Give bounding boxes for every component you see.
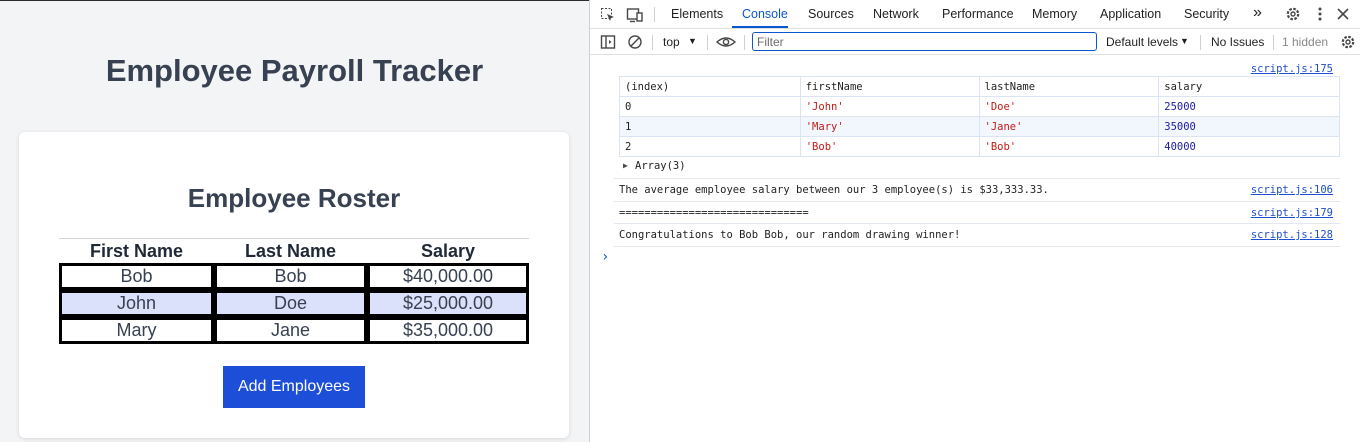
table-row: Bob Bob $40,000.00 bbox=[59, 263, 529, 290]
tab-sources[interactable]: Sources bbox=[808, 7, 854, 21]
first-name-cell: John bbox=[59, 290, 214, 317]
context-selector[interactable]: top bbox=[663, 35, 680, 49]
column-header-first-name: First Name bbox=[59, 238, 214, 263]
filter-input[interactable] bbox=[752, 32, 1097, 51]
last-name-cell: Bob bbox=[214, 263, 367, 290]
source-link[interactable]: script.js:175 bbox=[1251, 63, 1333, 75]
first-name-cell: 'Mary' bbox=[799, 116, 980, 137]
console-table-header: salary bbox=[1158, 76, 1340, 97]
index-cell: 1 bbox=[619, 116, 801, 137]
console-message: ============================== bbox=[619, 207, 809, 219]
console-table-header: lastName bbox=[978, 76, 1160, 97]
add-employees-button[interactable]: Add Employees bbox=[223, 366, 365, 408]
expand-triangle-icon[interactable]: ▶ bbox=[623, 161, 628, 170]
last-name-cell: Doe bbox=[214, 290, 367, 317]
table-row: Mary Jane $35,000.00 bbox=[59, 317, 529, 344]
console-message: Congratulations to Bob Bob, our random d… bbox=[619, 229, 961, 241]
inspect-element-icon[interactable] bbox=[600, 7, 616, 25]
more-options-icon[interactable] bbox=[1312, 6, 1328, 24]
close-icon[interactable] bbox=[1336, 7, 1350, 23]
web-page: Employee Payroll Tracker Employee Roster… bbox=[0, 0, 589, 442]
log-divider bbox=[614, 178, 1340, 179]
roster-title: Employee Roster bbox=[187, 183, 401, 213]
settings-gear-icon[interactable] bbox=[1285, 6, 1301, 24]
context-dropdown-icon[interactable]: ▼ bbox=[688, 36, 697, 46]
last-name-cell: Jane bbox=[214, 317, 367, 344]
tab-performance[interactable]: Performance bbox=[942, 7, 1014, 21]
source-link[interactable]: script.js:179 bbox=[1251, 207, 1333, 219]
console-table-header: (index) bbox=[619, 76, 801, 97]
toolbar-separator bbox=[652, 35, 653, 50]
log-levels-dropdown[interactable]: Default levels bbox=[1106, 35, 1178, 49]
devtools-panel: Elements Console Sources Network Perform… bbox=[589, 0, 1360, 442]
console-table-header: firstName bbox=[799, 76, 980, 97]
tab-network[interactable]: Network bbox=[873, 7, 919, 21]
live-expression-eye-icon[interactable] bbox=[715, 35, 737, 51]
first-name-cell: 'John' bbox=[799, 96, 980, 117]
console-toolbar: top ▼ Default levels ▼ No Issues 1 hidde… bbox=[590, 29, 1360, 55]
page-title: Employee Payroll Tracker bbox=[105, 53, 484, 88]
first-name-cell: Mary bbox=[59, 317, 214, 344]
roster-card: Employee Roster First Name Last Name Sal… bbox=[19, 132, 569, 438]
log-divider bbox=[614, 201, 1340, 202]
source-link[interactable]: script.js:106 bbox=[1251, 184, 1333, 196]
sidebar-toggle-icon[interactable] bbox=[600, 34, 616, 52]
employee-table: First Name Last Name Salary Bob Bob $40,… bbox=[59, 238, 529, 344]
devtools-tab-bar: Elements Console Sources Network Perform… bbox=[590, 0, 1360, 29]
salary-cell: $25,000.00 bbox=[367, 290, 529, 317]
column-header-salary: Salary bbox=[367, 238, 529, 263]
tab-security[interactable]: Security bbox=[1184, 7, 1229, 21]
last-name-cell: 'Bob' bbox=[978, 136, 1160, 157]
salary-cell: 25000 bbox=[1158, 96, 1340, 117]
log-divider bbox=[614, 223, 1340, 224]
toolbar-separator bbox=[744, 35, 745, 50]
issues-button[interactable]: No Issues bbox=[1211, 35, 1264, 49]
log-divider bbox=[614, 246, 1340, 247]
device-toolbar-icon[interactable] bbox=[626, 7, 644, 25]
last-name-cell: 'Jane' bbox=[978, 116, 1160, 137]
salary-cell: 35000 bbox=[1158, 116, 1340, 137]
toolbar-separator bbox=[1273, 35, 1274, 50]
table-row: John Doe $25,000.00 bbox=[59, 290, 529, 317]
toolbar-separator bbox=[707, 35, 708, 50]
salary-cell: $35,000.00 bbox=[367, 317, 529, 344]
clear-console-icon[interactable] bbox=[627, 34, 643, 52]
array-expander[interactable]: Array(3) bbox=[635, 160, 686, 172]
tab-separator bbox=[654, 7, 655, 22]
console-settings-gear-icon[interactable] bbox=[1340, 34, 1356, 52]
salary-cell: 40000 bbox=[1158, 136, 1340, 157]
levels-dropdown-icon[interactable]: ▼ bbox=[1180, 36, 1189, 46]
salary-cell: $40,000.00 bbox=[367, 263, 529, 290]
tab-memory[interactable]: Memory bbox=[1032, 7, 1077, 21]
active-tab-indicator bbox=[732, 26, 788, 28]
toolbar-separator bbox=[1200, 35, 1201, 50]
tab-application[interactable]: Application bbox=[1100, 7, 1161, 21]
console-prompt[interactable]: › bbox=[601, 249, 609, 265]
column-header-last-name: Last Name bbox=[214, 238, 367, 263]
console-table-row: 1 'Mary' 'Jane' 35000 bbox=[619, 116, 1340, 137]
first-name-cell: Bob bbox=[59, 263, 214, 290]
first-name-cell: 'Bob' bbox=[799, 136, 980, 157]
more-tabs-icon[interactable]: » bbox=[1253, 4, 1262, 22]
console-table: (index) firstName lastName salary 0 'Joh… bbox=[619, 76, 1340, 157]
tab-elements[interactable]: Elements bbox=[671, 7, 723, 21]
index-cell: 0 bbox=[619, 96, 801, 117]
console-message: The average employee salary between our … bbox=[619, 184, 1049, 196]
source-link[interactable]: script.js:128 bbox=[1251, 229, 1333, 241]
console-table-row: 2 'Bob' 'Bob' 40000 bbox=[619, 136, 1340, 157]
index-cell: 2 bbox=[619, 136, 801, 157]
tab-console[interactable]: Console bbox=[742, 7, 788, 21]
hidden-count: 1 hidden bbox=[1282, 35, 1329, 49]
console-table-row: 0 'John' 'Doe' 25000 bbox=[619, 96, 1340, 117]
last-name-cell: 'Doe' bbox=[978, 96, 1160, 117]
